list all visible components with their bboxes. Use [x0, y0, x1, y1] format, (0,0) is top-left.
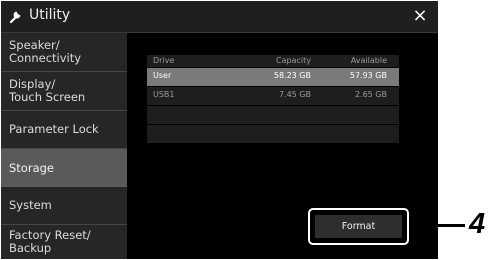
sidebar-item-label: System: [9, 198, 52, 212]
sidebar-item-label: Connectivity: [9, 51, 82, 65]
column-header-capacity: Capacity: [276, 56, 311, 65]
close-button[interactable]: ×: [410, 6, 430, 26]
sidebar-item-label: Backup: [9, 241, 52, 255]
callout-line: [409, 224, 465, 227]
table-row-empty: [147, 106, 399, 124]
drive-name: USB1: [153, 90, 175, 99]
table-row[interactable]: USB1 7.45 GB 2.65 GB: [147, 87, 399, 105]
callout-number: 4: [469, 208, 486, 240]
wrench-icon: [9, 11, 21, 24]
window-title: Utility: [29, 7, 71, 23]
column-header-drive: Drive: [153, 56, 175, 65]
drive-capacity: 7.45 GB: [278, 90, 311, 99]
drive-name: User: [153, 71, 172, 80]
sidebar-item-display-touch-screen[interactable]: Display/ Touch Screen: [1, 72, 127, 111]
sidebar-item-parameter-lock[interactable]: Parameter Lock: [1, 111, 127, 149]
sidebar-item-speaker-connectivity[interactable]: Speaker/ Connectivity: [1, 33, 127, 72]
drive-capacity: 58.23 GB: [273, 71, 311, 80]
sidebar-item-label: Parameter Lock: [9, 122, 99, 136]
sidebar: Speaker/ Connectivity Display/ Touch Scr…: [1, 33, 127, 259]
sidebar-item-label: Touch Screen: [9, 90, 86, 104]
title-bar: Utility ×: [1, 1, 438, 33]
table-row[interactable]: User 58.23 GB 57.93 GB: [147, 68, 399, 86]
sidebar-item-storage[interactable]: Storage: [1, 149, 127, 187]
drive-available: 2.65 GB: [354, 90, 387, 99]
table-row-empty: [147, 125, 399, 143]
utility-screen: Utility × Speaker/ Connectivity Display/…: [1, 1, 438, 259]
format-highlight: Format: [308, 208, 409, 245]
table-header: Drive Capacity Available: [147, 55, 399, 67]
sidebar-item-factory-reset-backup[interactable]: Factory Reset/ Backup: [1, 225, 127, 259]
format-button[interactable]: Format: [315, 215, 402, 238]
sidebar-item-label: Storage: [9, 160, 54, 175]
drive-available: 57.93 GB: [349, 71, 387, 80]
sidebar-item-system[interactable]: System: [1, 187, 127, 225]
column-header-available: Available: [350, 56, 387, 65]
